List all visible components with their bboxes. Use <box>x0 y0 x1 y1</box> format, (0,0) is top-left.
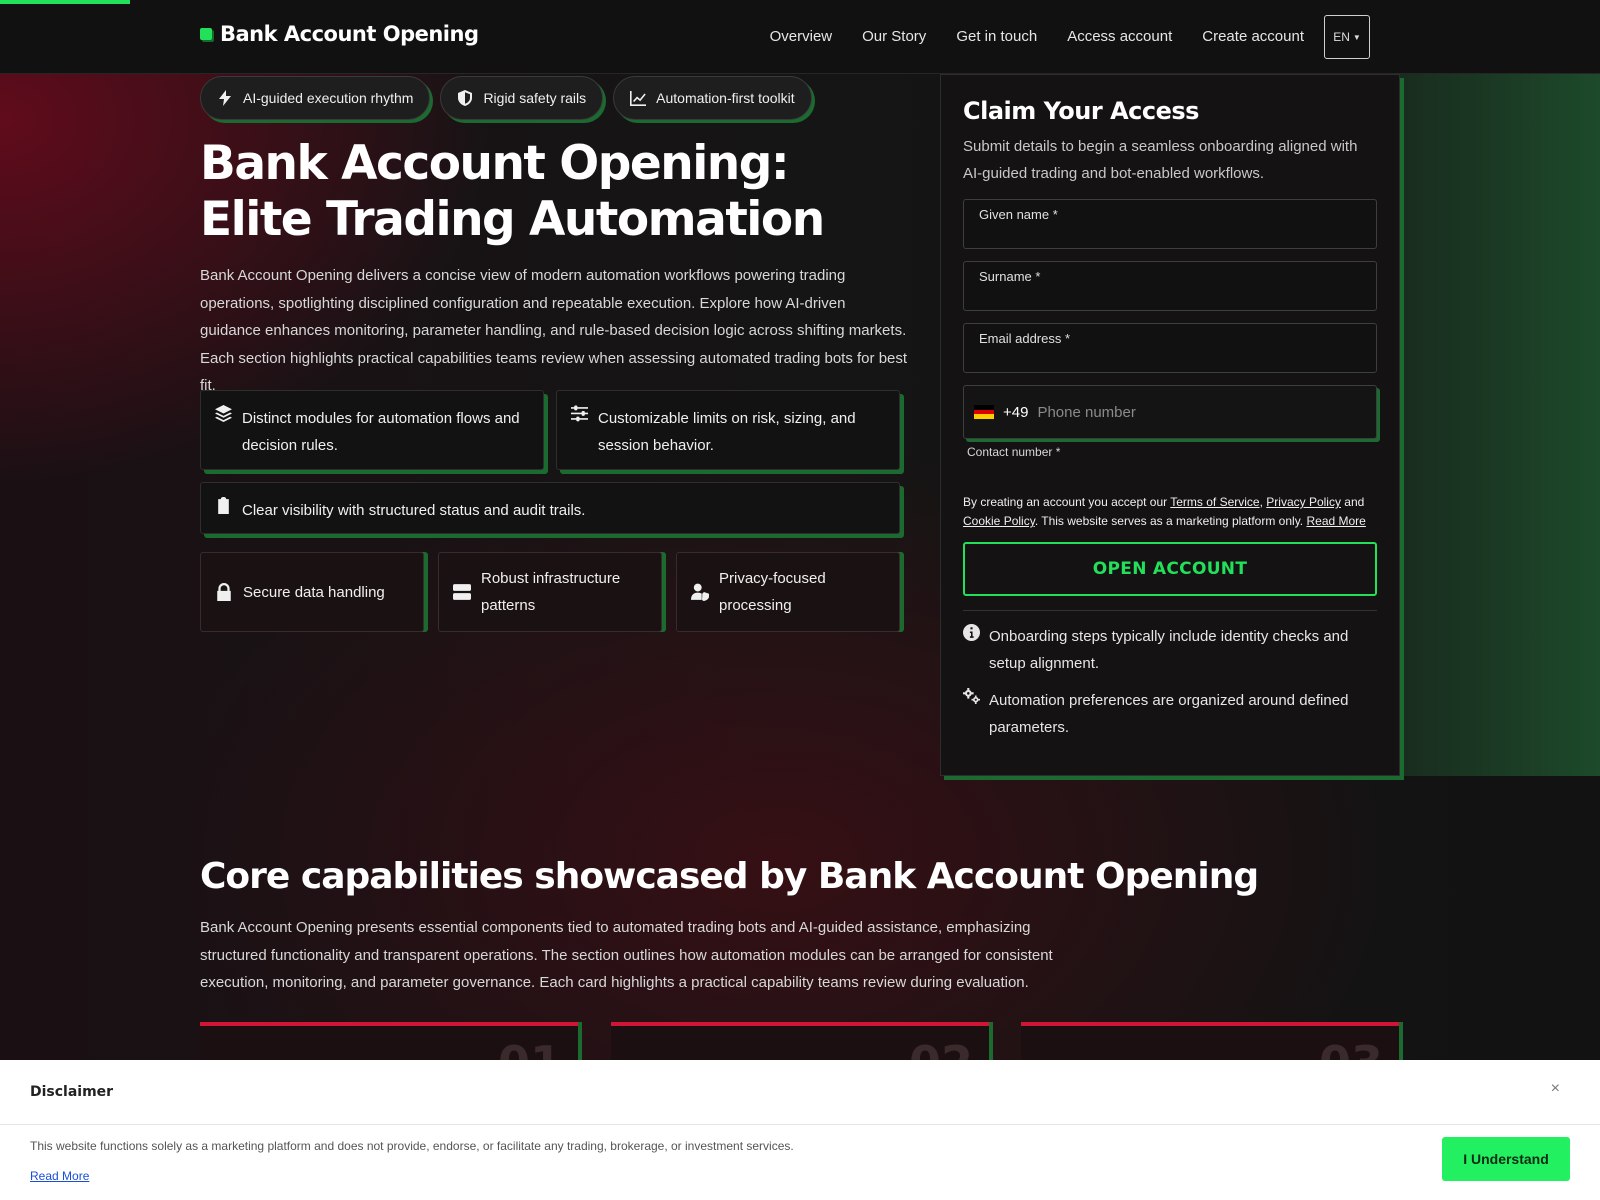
surname-input[interactable] <box>979 288 1361 304</box>
form-divider <box>963 610 1377 611</box>
language-code: EN <box>1333 30 1350 44</box>
nav-create-account[interactable]: Create account <box>1202 15 1304 59</box>
pill-safety-rails: Rigid safety rails <box>440 76 604 120</box>
i-understand-button[interactable]: I Understand <box>1442 1137 1570 1181</box>
disclaimer-text: This website functions solely as a marke… <box>30 1139 794 1153</box>
language-selector[interactable]: EN ▼ <box>1324 15 1370 59</box>
form-subtitle: Submit details to begin a seamless onboa… <box>963 138 1358 182</box>
read-more-link[interactable]: Read More <box>1306 514 1365 528</box>
phone-country-code: +49 <box>1003 403 1029 421</box>
given-name-field[interactable]: Given name * <box>963 199 1377 249</box>
lock-icon <box>217 583 231 601</box>
email-label: Email address * <box>979 331 1071 346</box>
feature-text: Distinct modules for automation flows an… <box>242 410 520 454</box>
lightning-icon <box>219 90 231 106</box>
phone-label: Contact number * <box>967 445 1061 459</box>
close-icon[interactable]: × <box>1551 1080 1560 1098</box>
line-chart-icon <box>630 91 647 106</box>
mini-feature-text: Secure data handling <box>243 583 385 601</box>
pill-label: Rigid safety rails <box>483 90 587 106</box>
terms-prefix: By creating an account you accept our <box>963 495 1171 509</box>
pill-label: AI-guided execution rhythm <box>243 90 414 106</box>
terms-and: and <box>1340 495 1365 509</box>
feature-limits: Customizable limits on risk, sizing, and… <box>556 390 900 470</box>
feature-text: Clear visibility with structured status … <box>242 502 586 519</box>
sliders-icon <box>571 405 588 422</box>
layers-icon <box>215 405 232 422</box>
capabilities-title: Core capabilities showcased by Bank Acco… <box>200 856 1259 897</box>
hero-title: Bank Account Opening: Elite Trading Auto… <box>200 136 825 247</box>
scroll-progress-bar <box>0 0 130 4</box>
open-account-button[interactable]: OPEN ACCOUNT <box>963 542 1377 596</box>
info-circle-icon <box>963 624 980 641</box>
nav-access-account[interactable]: Access account <box>1067 15 1172 59</box>
feature-visibility: Clear visibility with structured status … <box>200 482 900 534</box>
nav-our-story[interactable]: Our Story <box>862 15 926 59</box>
nav-overview[interactable]: Overview <box>770 15 833 59</box>
cookie-policy-link[interactable]: Cookie Policy <box>963 514 1035 528</box>
capabilities-description: Bank Account Opening presents essential … <box>200 919 1053 991</box>
clipboard-check-icon <box>218 497 229 514</box>
hero-pills: AI-guided execution rhythm Rigid safety … <box>200 76 812 120</box>
pill-label: Automation-first toolkit <box>656 90 795 106</box>
terms-of-service-link[interactable]: Terms of Service <box>1170 495 1259 509</box>
brand-mark-icon <box>200 28 212 40</box>
disclaimer-read-more-link[interactable]: Read More <box>30 1169 89 1183</box>
email-field[interactable]: Email address * <box>963 323 1377 373</box>
signup-form: Claim Your Access Submit details to begi… <box>940 74 1400 776</box>
mini-feature-infrastructure: Robust infrastructure patterns <box>438 552 662 632</box>
pill-ai-rhythm: AI-guided execution rhythm <box>200 76 431 120</box>
given-name-label: Given name * <box>979 207 1058 222</box>
disclaimer-title: Disclaimer <box>30 1084 114 1100</box>
brand-name: Bank Account Opening <box>220 22 479 46</box>
mini-feature-text: Robust infrastructure patterns <box>481 570 621 614</box>
privacy-policy-link[interactable]: Privacy Policy <box>1266 495 1341 509</box>
mini-feature-secure: Secure data handling <box>200 552 424 632</box>
disclaimer-banner: Disclaimer × This website functions sole… <box>0 1060 1600 1200</box>
form-title: Claim Your Access <box>963 97 1199 125</box>
feature-text: Customizable limits on risk, sizing, and… <box>598 410 856 454</box>
mini-feature-text: Privacy-focused processing <box>719 570 826 614</box>
germany-flag-icon[interactable] <box>974 405 994 420</box>
site-header: Bank Account Opening Overview Our Story … <box>0 0 1600 74</box>
brand-logo[interactable]: Bank Account Opening <box>200 22 479 46</box>
user-shield-icon <box>691 583 709 601</box>
given-name-input[interactable] <box>979 226 1361 242</box>
pill-automation-toolkit: Automation-first toolkit <box>613 76 812 120</box>
caret-down-icon: ▼ <box>1352 32 1361 42</box>
form-note-onboarding: Onboarding steps typically include ident… <box>963 623 1377 677</box>
terms-suffix: . This website serves as a marketing pla… <box>1034 514 1307 528</box>
phone-input[interactable] <box>1037 403 1366 421</box>
surname-field[interactable]: Surname * <box>963 261 1377 311</box>
feature-modules: Distinct modules for automation flows an… <box>200 390 544 470</box>
email-input[interactable] <box>979 350 1361 366</box>
main-nav: Overview Our Story Get in touch Access a… <box>740 15 1370 59</box>
phone-field[interactable]: +49 <box>963 385 1377 439</box>
gears-icon <box>963 688 980 704</box>
note-text: Onboarding steps typically include ident… <box>989 628 1349 672</box>
note-text: Automation preferences are organized aro… <box>989 692 1349 736</box>
hero-description: Bank Account Opening delivers a concise … <box>200 267 908 394</box>
mini-feature-privacy: Privacy-focused processing <box>676 552 900 632</box>
surname-label: Surname * <box>979 269 1041 284</box>
server-icon <box>453 584 471 600</box>
disclaimer-header: Disclaimer × <box>0 1060 1600 1125</box>
nav-get-in-touch[interactable]: Get in touch <box>956 15 1037 59</box>
terms-text: By creating an account you accept our Te… <box>963 495 1366 528</box>
form-note-automation: Automation preferences are organized aro… <box>963 687 1377 741</box>
shield-icon <box>458 90 473 106</box>
